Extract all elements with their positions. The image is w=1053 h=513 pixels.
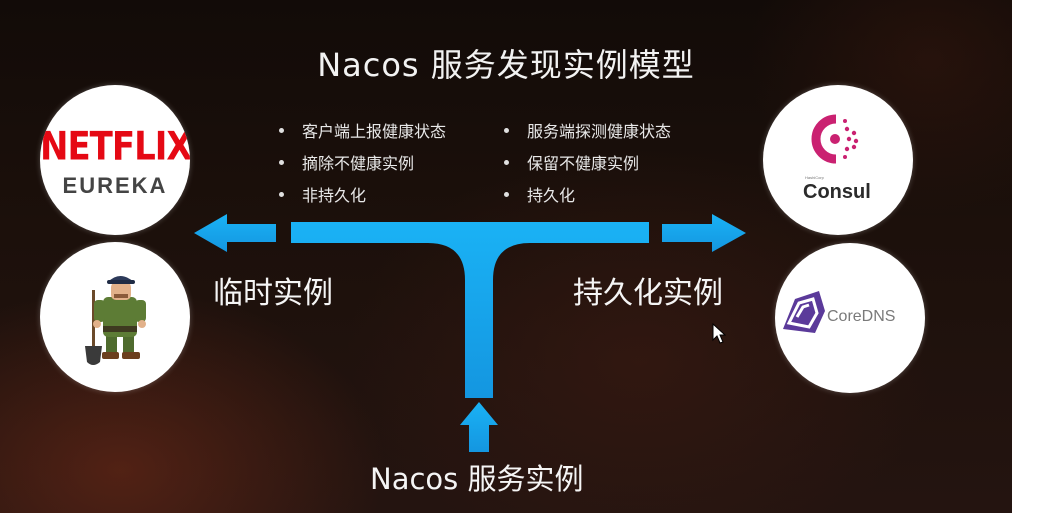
hashicorp-wordmark: HashiCorp <box>805 175 824 180</box>
consul-wordmark: Consul <box>803 181 871 203</box>
miner-icon <box>85 276 146 365</box>
up-arrow <box>460 402 498 452</box>
persistent-features-list: 服务端探测健康状态 保留不健康实例 持久化 <box>504 116 671 212</box>
list-item: 保留不健康实例 <box>504 148 671 180</box>
bullet-icon <box>504 192 509 197</box>
list-item: 摘除不健康实例 <box>279 148 446 180</box>
list-item: 服务端探测健康状态 <box>504 116 671 148</box>
mouse-cursor-icon <box>712 323 726 344</box>
slide-background: Nacos 服务发现实例模型 客户端上报健康状态 摘除不健康实例 非持久化 服务… <box>0 0 1012 513</box>
bullet-icon <box>279 192 284 197</box>
consul-logo: HashiCorp Consul <box>763 85 913 235</box>
ephemeral-features-list: 客户端上报健康状态 摘除不健康实例 非持久化 <box>279 116 446 212</box>
eureka-logo: NETFLIX EUREKA <box>40 85 190 235</box>
diagram-title: Nacos 服务发现实例模型 <box>317 46 695 84</box>
consul-icon <box>811 114 859 164</box>
list-item: 客户端上报健康状态 <box>279 116 446 148</box>
temporary-instance-label: 临时实例 <box>213 276 333 311</box>
coredns-logo: CoreDNS <box>775 243 925 393</box>
bullet-icon <box>504 128 509 133</box>
list-item: 非持久化 <box>279 180 446 212</box>
bullet-icon <box>504 160 509 165</box>
persistent-instance-label: 持久化实例 <box>573 276 723 311</box>
list-item: 持久化 <box>504 180 671 212</box>
bullet-icon <box>279 128 284 133</box>
eureka-wordmark: EUREKA <box>62 173 168 198</box>
netflix-wordmark: NETFLIX <box>40 124 190 170</box>
nacos-service-instance-label: Nacos 服务实例 <box>370 462 584 496</box>
right-arrow <box>662 214 746 252</box>
miner-character-image <box>40 242 190 392</box>
coredns-wordmark: CoreDNS <box>827 308 896 325</box>
bullet-icon <box>279 160 284 165</box>
right-margin <box>1012 0 1053 513</box>
left-arrow <box>194 214 276 252</box>
